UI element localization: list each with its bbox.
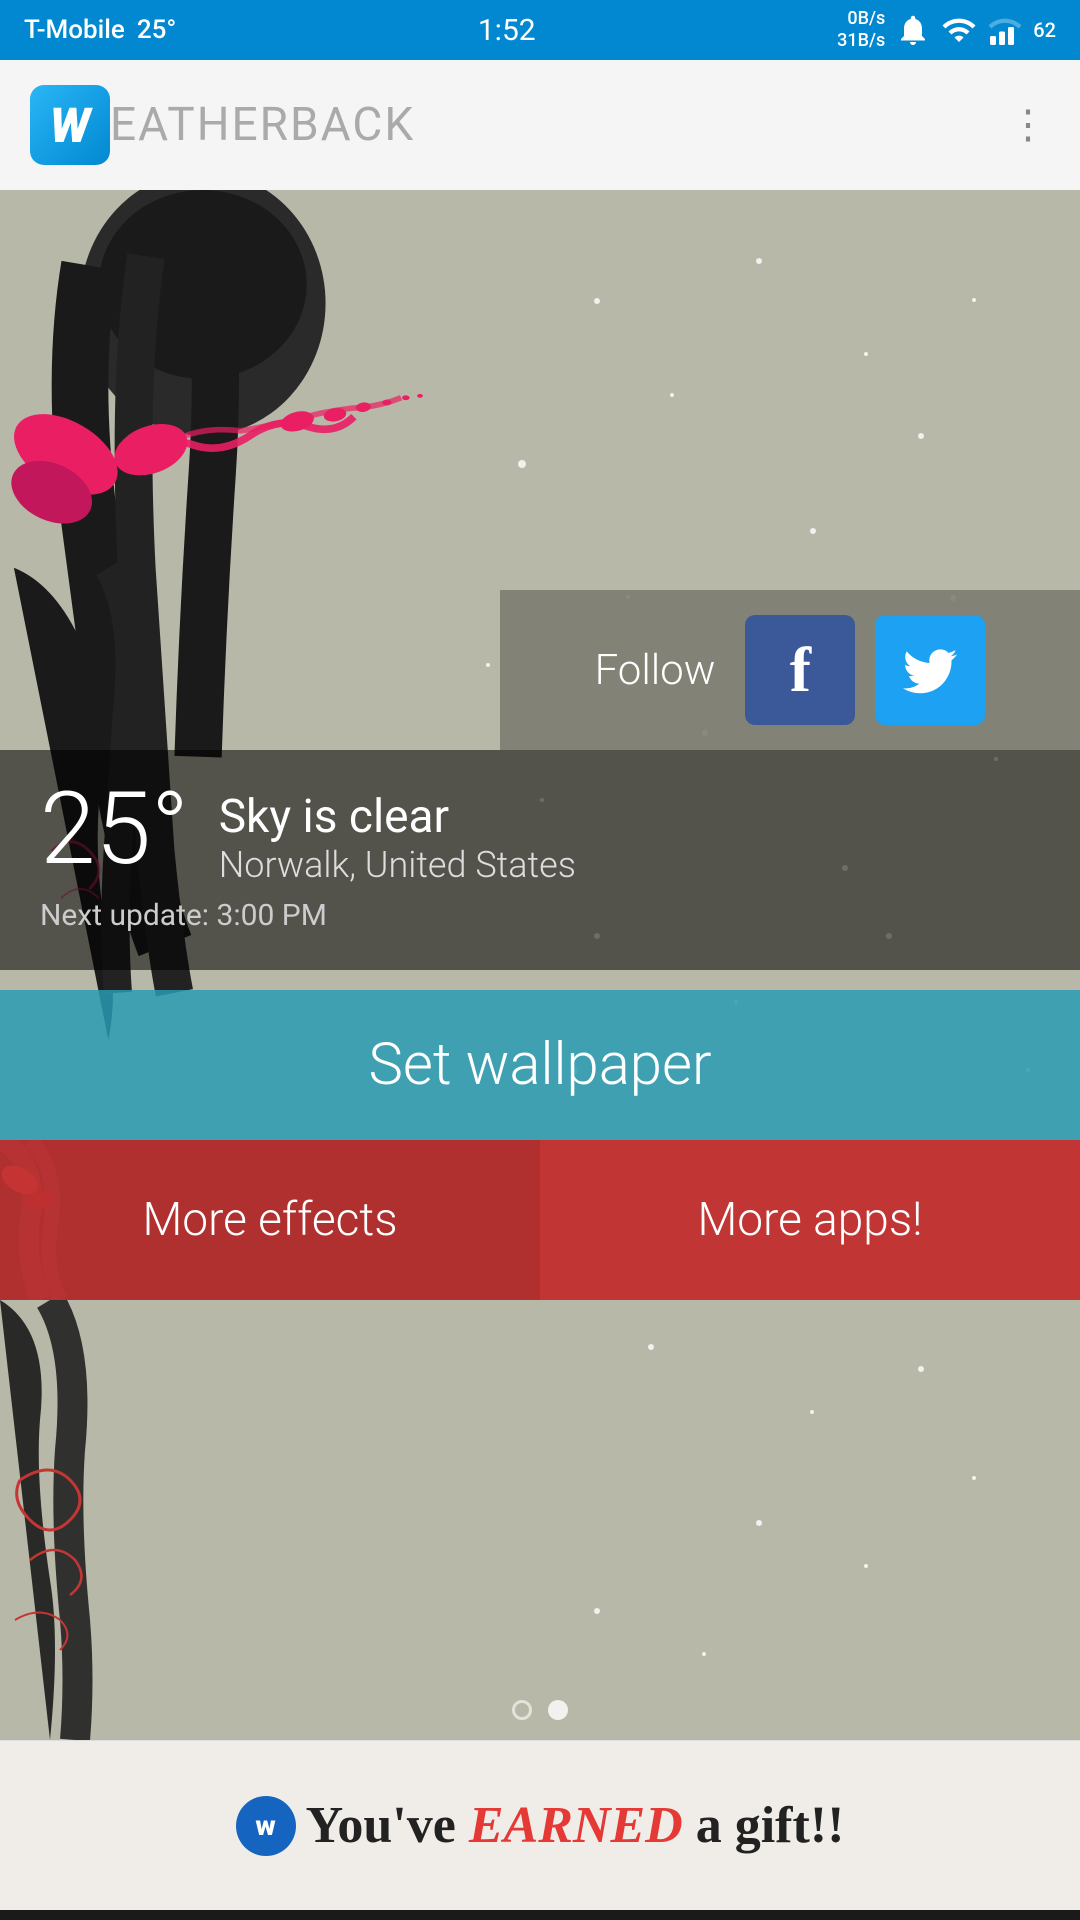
condition-text: Sky is clear — [219, 790, 576, 844]
ad-text1: You've — [306, 1797, 456, 1854]
ad-text2: EARNED — [469, 1797, 683, 1854]
twitter-button[interactable] — [875, 615, 985, 725]
location-text: Norwalk, United States — [219, 844, 576, 886]
ad-content: You've EARNED a gift!! — [306, 1796, 845, 1855]
more-menu-button[interactable]: ⋮ — [1008, 105, 1050, 145]
status-right: 0B/s 31B/s 62 — [837, 8, 1056, 51]
more-effects-label: More effects — [142, 1193, 397, 1247]
app-header: W EATHERBACK ⋮ — [0, 60, 1080, 190]
time-label: 1:52 — [478, 13, 536, 48]
facebook-button[interactable]: f — [745, 615, 855, 725]
wifi-icon — [941, 12, 977, 48]
ad-icon: w — [236, 1796, 296, 1856]
logo-container: W EATHERBACK — [30, 85, 415, 165]
facebook-icon: f — [790, 633, 811, 707]
follow-panel: Follow f — [500, 590, 1080, 750]
carrier-label: T-Mobile — [24, 15, 125, 45]
status-left: T-Mobile 25° — [24, 15, 176, 45]
more-apps-label: More apps! — [697, 1193, 922, 1247]
logo-weather: EATHER — [110, 98, 290, 152]
nav-bar — [0, 1910, 1080, 1920]
main-content: Follow f 25° Sky is clear Norwalk, Unite… — [0, 190, 1080, 1920]
status-bar: T-Mobile 25° 1:52 0B/s 31B/s 62 — [0, 0, 1080, 60]
more-apps-button[interactable]: More apps! — [540, 1140, 1080, 1300]
weather-info: 25° Sky is clear Norwalk, United States … — [0, 750, 1080, 970]
next-update-time: 3:00 PM — [217, 898, 327, 933]
follow-label: Follow — [595, 646, 716, 695]
data-speed: 0B/s 31B/s — [837, 8, 885, 51]
condition-location: Sky is clear Norwalk, United States — [219, 780, 576, 886]
signal-label: 25° — [137, 15, 177, 45]
action-buttons: More effects More apps! — [0, 1140, 1080, 1300]
set-wallpaper-label: Set wallpaper — [368, 1031, 711, 1099]
logo-text: EATHERBACK — [110, 98, 415, 152]
data-up: 0B/s — [837, 8, 885, 30]
temperature-display: 25° — [40, 780, 189, 880]
logo-w-box: W — [30, 85, 110, 165]
next-update: Next update: 3:00 PM — [40, 898, 1040, 933]
logo-w: W — [50, 97, 90, 154]
battery-level: 62 — [1033, 18, 1056, 42]
data-down: 31B/s — [837, 30, 885, 52]
lower-bg — [0, 1300, 1080, 1740]
twitter-icon — [899, 639, 961, 701]
pagination-dots — [512, 1700, 568, 1720]
signal-icon — [987, 12, 1023, 48]
more-effects-button[interactable]: More effects — [0, 1140, 540, 1300]
temp-condition: 25° Sky is clear Norwalk, United States — [40, 780, 1040, 886]
logo-back: BACK — [290, 98, 415, 152]
next-update-label: Next update: — [40, 898, 209, 933]
ad-banner[interactable]: w You've EARNED a gift!! — [0, 1740, 1080, 1910]
alarm-icon — [895, 12, 931, 48]
set-wallpaper-button[interactable]: Set wallpaper — [0, 990, 1080, 1140]
ad-text3: a gift!! — [696, 1797, 845, 1854]
